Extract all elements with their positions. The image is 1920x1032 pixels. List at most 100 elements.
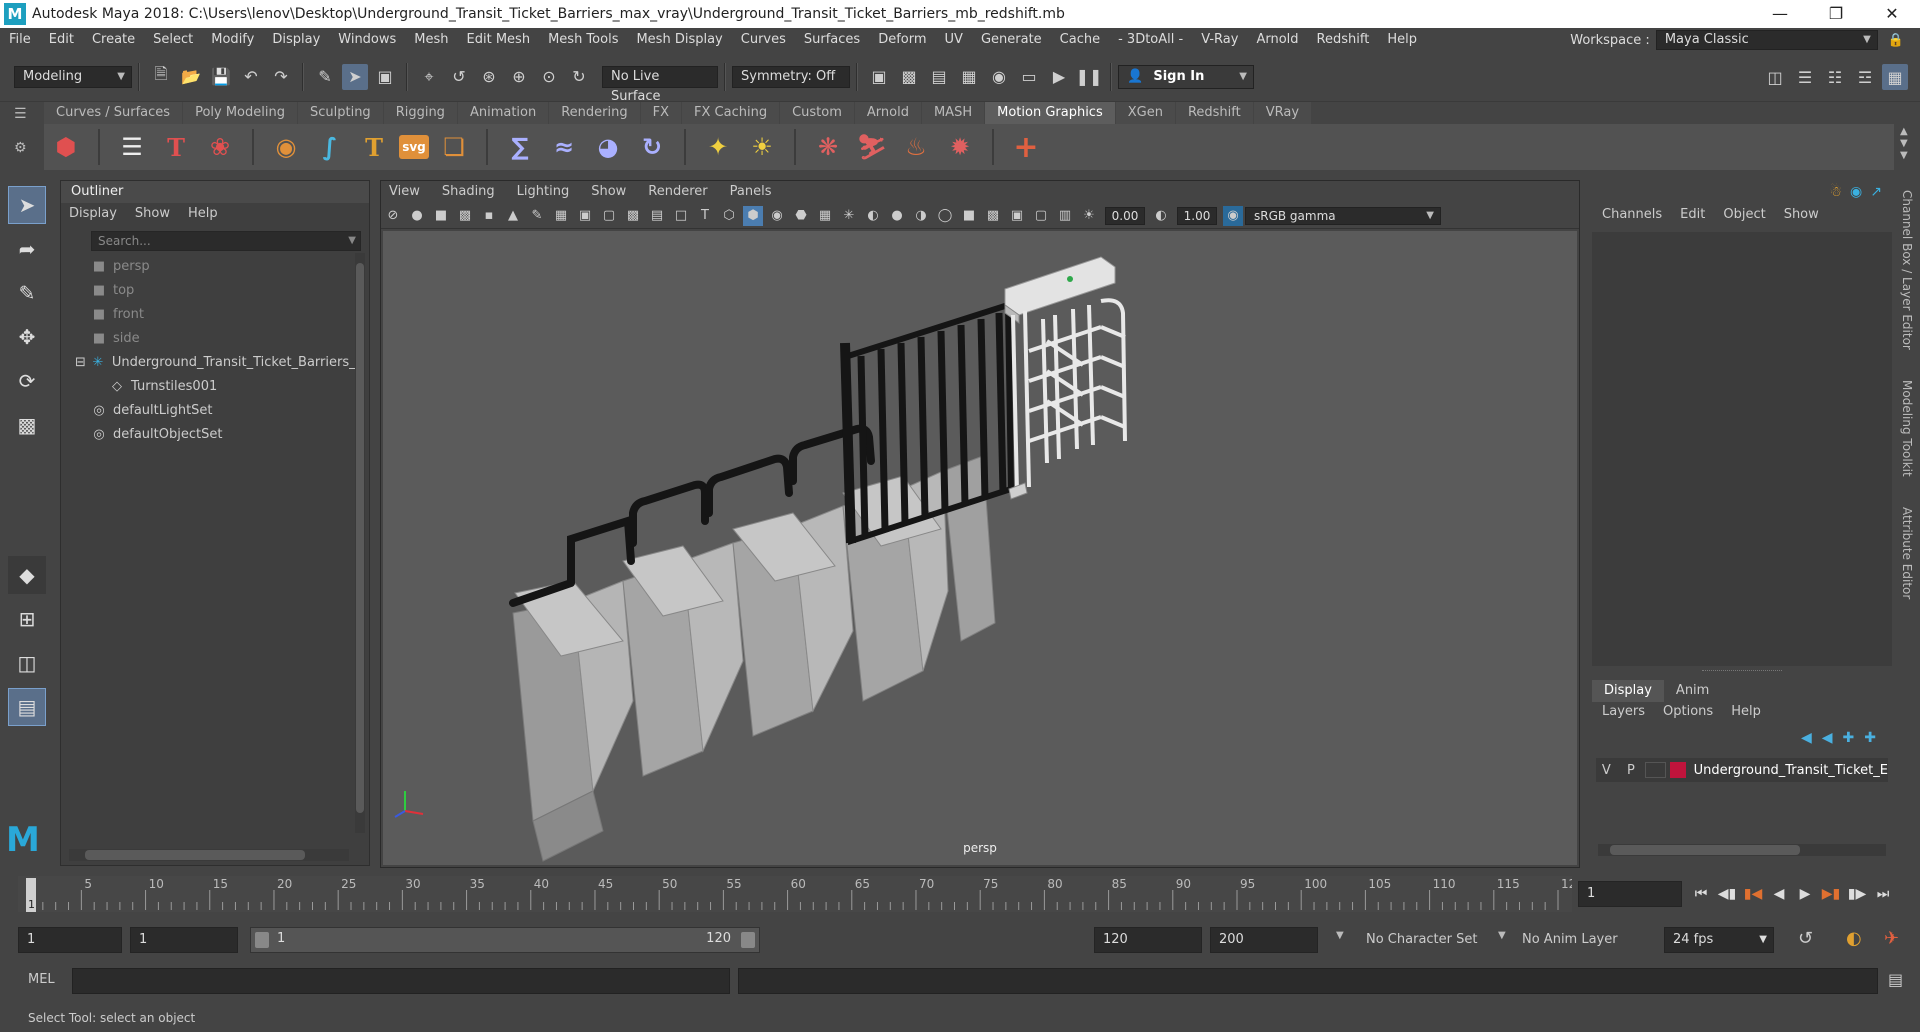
- shelf-tab-vray[interactable]: VRay: [1253, 102, 1312, 124]
- outliner-menu-help[interactable]: Help: [188, 206, 218, 221]
- render-view-icon[interactable]: ▭: [1016, 64, 1042, 90]
- xray-joints-icon[interactable]: ▢: [1031, 206, 1051, 226]
- outliner-search-input[interactable]: Search... ▼: [91, 231, 361, 251]
- menu-arnold[interactable]: Arnold: [1247, 28, 1307, 52]
- burst-icon[interactable]: ✹: [941, 128, 979, 166]
- hair-icon[interactable]: ∑: [501, 128, 539, 166]
- live-surface-field[interactable]: No Live Surface: [602, 65, 718, 104]
- sphere-deform-icon[interactable]: ◕: [589, 128, 627, 166]
- auto-key-icon[interactable]: ◐: [1846, 928, 1862, 949]
- shelf-tab-mash[interactable]: MASH: [921, 102, 985, 124]
- loop-icon[interactable]: ↺: [1798, 928, 1813, 949]
- menu-mesh[interactable]: Mesh: [405, 28, 457, 52]
- outliner-layout-icon[interactable]: ▤: [8, 688, 46, 726]
- menu-help[interactable]: Help: [1378, 28, 1426, 52]
- go-to-end-icon[interactable]: ⏭: [1870, 881, 1896, 907]
- select-hierarchy-icon[interactable]: ✎: [312, 64, 338, 90]
- play-backwards-icon[interactable]: ◀: [1766, 881, 1792, 907]
- minimize-icon[interactable]: —: [1754, 0, 1806, 28]
- color-management-icon[interactable]: ◉: [1223, 205, 1243, 226]
- safe-title-icon[interactable]: T: [695, 206, 715, 226]
- menu-display[interactable]: Display: [263, 28, 329, 52]
- channel-menu-edit[interactable]: Edit: [1680, 207, 1705, 222]
- viewport-menu-panels[interactable]: Panels: [730, 184, 772, 199]
- layer-hscrollbar[interactable]: [1598, 844, 1886, 856]
- end-frame-field[interactable]: 120: [1094, 927, 1202, 953]
- shelf-tab-sculpting[interactable]: Sculpting: [297, 102, 383, 124]
- textured-icon[interactable]: ▦: [815, 206, 835, 226]
- wind-icon[interactable]: ≈: [545, 128, 583, 166]
- close-icon[interactable]: ✕: [1866, 0, 1918, 28]
- character-set-dropdown[interactable]: No Character Set: [1366, 932, 1477, 947]
- lasso-tool-icon[interactable]: ➦: [8, 230, 46, 268]
- film-gate-icon[interactable]: ▣: [575, 206, 595, 226]
- menu-modify[interactable]: Modify: [202, 28, 263, 52]
- select-component-icon[interactable]: ▣: [372, 64, 398, 90]
- rotate-tool-icon[interactable]: ⟳: [8, 362, 46, 400]
- shelf-tab-curves-surfaces[interactable]: Curves / Surfaces: [44, 102, 183, 124]
- camera-attr-icon[interactable]: ▪: [479, 206, 499, 226]
- spotlight-icon[interactable]: ✦: [699, 128, 737, 166]
- use-lights-icon[interactable]: ✳: [839, 206, 859, 226]
- new-scene-icon[interactable]: 🗎: [148, 64, 174, 90]
- viewport-menu-view[interactable]: View: [389, 184, 420, 199]
- channel-box-float-icon[interactable]: ↗: [1870, 184, 1882, 200]
- layer-tab-display[interactable]: Display: [1592, 680, 1664, 702]
- menu-surfaces[interactable]: Surfaces: [795, 28, 869, 52]
- shelf-scroll[interactable]: ▲ ▼ ▼: [1900, 126, 1908, 162]
- menu-set-dropdown[interactable]: Modeling ▼: [14, 65, 132, 88]
- outliner-item[interactable]: ◇ Turnstiles001: [61, 375, 369, 399]
- viewport-menu-renderer[interactable]: Renderer: [648, 184, 707, 199]
- motion-blur-icon[interactable]: ◑: [911, 206, 931, 226]
- shelf-tab-fx[interactable]: FX: [640, 102, 682, 124]
- anim-layer-dropdown[interactable]: No Anim Layer: [1522, 932, 1618, 947]
- snap-curve-icon[interactable]: ↺: [446, 64, 472, 90]
- open-scene-icon[interactable]: 📂: [178, 64, 204, 90]
- field-chart-icon[interactable]: ▤: [647, 206, 667, 226]
- snap-view-icon[interactable]: ⊙: [536, 64, 562, 90]
- render-region-icon[interactable]: ▣: [866, 64, 892, 90]
- shelf-gear-icon[interactable]: ⚙: [14, 140, 40, 156]
- channel-menu-object[interactable]: Object: [1723, 207, 1765, 222]
- render-frame-icon[interactable]: ▩: [896, 64, 922, 90]
- display-layer-row[interactable]: V P Underground_Transit_Ticket_E: [1596, 758, 1888, 782]
- exposure-icon[interactable]: ☀: [1079, 206, 1099, 226]
- side-tab-channel-box-layer-editor[interactable]: Channel Box / Layer Editor: [1900, 190, 1914, 350]
- outliner-item[interactable]: ■ front: [61, 303, 369, 327]
- range-end-handle[interactable]: [741, 932, 755, 948]
- layer-editor-icon[interactable]: ▦: [1882, 64, 1908, 90]
- color-space-dropdown[interactable]: sRGB gamma ▼: [1245, 206, 1441, 225]
- scale-tool-icon[interactable]: ▩: [8, 406, 46, 444]
- mash-network-icon[interactable]: ⬢: [47, 128, 85, 166]
- cmd-language-label[interactable]: MEL: [28, 972, 55, 987]
- move-tool-icon[interactable]: ✥: [8, 318, 46, 356]
- undo-icon[interactable]: ↶: [238, 64, 264, 90]
- channel-box-icon[interactable]: ☲: [1852, 64, 1878, 90]
- text-create-icon[interactable]: T: [157, 128, 195, 166]
- curve-icon[interactable]: ∫: [311, 128, 349, 166]
- cloth-icon[interactable]: ⛷: [853, 128, 891, 166]
- channel-box-area[interactable]: [1592, 232, 1892, 666]
- workspace-dropdown[interactable]: Maya Classic ▼: [1655, 30, 1878, 50]
- gamma-field[interactable]: 1.00: [1177, 206, 1217, 225]
- ipr-play-icon[interactable]: ▶: [1046, 64, 1072, 90]
- modeling-toolkit-icon[interactable]: ◫: [1762, 64, 1788, 90]
- two-view-icon[interactable]: ◫: [8, 644, 46, 682]
- single-view-icon[interactable]: ◆: [8, 556, 46, 594]
- paint-select-icon[interactable]: ✎: [8, 274, 46, 312]
- menu-redshift[interactable]: Redshift: [1308, 28, 1379, 52]
- time-slider[interactable]: 5 10 15 20 25 30 35 40 45 50 55 60 65 70 75 80 85 90 95 100…: [18, 876, 1584, 912]
- rotate-deform-icon[interactable]: ↻: [633, 128, 671, 166]
- side-tab-attribute-editor[interactable]: Attribute Editor: [1900, 507, 1914, 599]
- shelf-tab-poly-modeling[interactable]: Poly Modeling: [183, 102, 297, 124]
- shelf-tab-redshift[interactable]: Redshift: [1175, 102, 1253, 124]
- svg-tool-icon[interactable]: svg: [399, 135, 429, 159]
- wireframe-on-shaded-icon[interactable]: ⬣: [791, 206, 811, 226]
- type-tool-icon[interactable]: T: [355, 128, 393, 166]
- outliner-hscrollbar[interactable]: [69, 849, 349, 861]
- viewport-menu-shading[interactable]: Shading: [442, 184, 495, 199]
- side-tab-modeling-toolkit[interactable]: Modeling Toolkit: [1900, 380, 1914, 477]
- menu-edit[interactable]: Edit: [40, 28, 83, 52]
- menu-file[interactable]: File: [0, 28, 40, 52]
- outliner-menu-display[interactable]: Display: [69, 206, 117, 221]
